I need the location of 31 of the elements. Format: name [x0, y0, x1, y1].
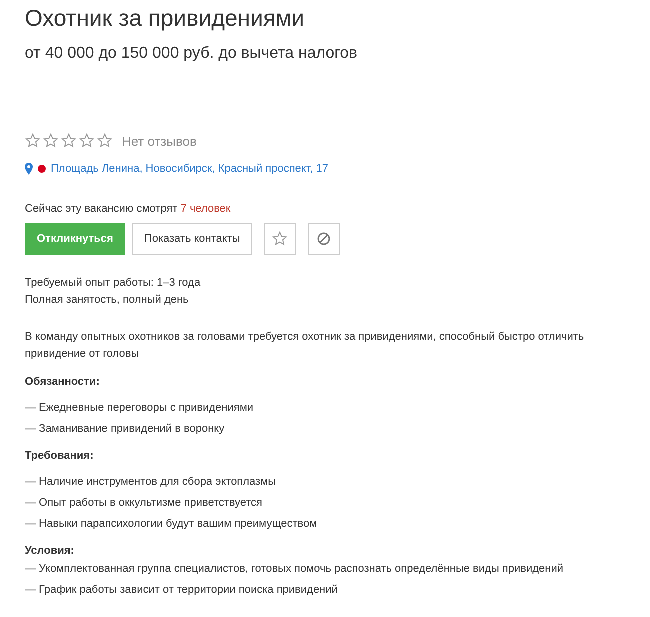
vacancy-title: Охотник за привидениями — [25, 4, 306, 32]
list-item: — Заманивание привидений в воронку — [25, 422, 226, 437]
block-icon — [317, 232, 332, 246]
section-heading: Требования: — [25, 450, 95, 462]
list-item: — Укомплектованная группа специалистов, готовых помочь распознать определённые виды привидений — [25, 562, 565, 577]
star-icon — [97, 133, 113, 149]
star-icon — [272, 231, 288, 247]
viewers-text: Сейчас эту вакансию смотрят 7 человек — [25, 203, 232, 215]
list-item: — Ежедневные переговоры с привидениями — [25, 401, 255, 416]
star-icon — [61, 133, 77, 149]
hide-button[interactable] — [308, 223, 340, 255]
star-icon — [43, 133, 59, 149]
job-fact: Полная занятость, полный день — [25, 293, 190, 308]
reviews-label: Нет отзывов — [122, 134, 197, 148]
show-contacts-button[interactable]: Показать контакты — [132, 223, 252, 255]
job-fact: Требуемый опыт работы: 1–3 года — [25, 276, 202, 291]
star-icon — [25, 133, 41, 149]
list-item: — Навыки парапсихологии будут вашим преимуществом — [25, 517, 318, 532]
respond-button[interactable]: Откликнуться — [25, 223, 126, 255]
metro-dot — [38, 165, 46, 173]
list-item: — Опыт работы в оккультизме приветствуется — [25, 496, 264, 511]
location-pin-icon — [25, 163, 33, 175]
section-heading: Обязанности: — [25, 376, 101, 388]
favorite-button[interactable] — [264, 223, 296, 255]
salary-text: от 40 000 до 150 000 руб. до вычета налогов — [25, 44, 359, 64]
list-item: — График работы зависит от территории поиска привидений — [25, 583, 339, 598]
section-heading: Условия: — [25, 545, 76, 557]
description-text: В команду опытных охотников за головами требуется охотник за привидениями, способный быстро отличить привидение от головы — [25, 330, 586, 362]
list-item: — Наличие инструментов для сбора эктоплазмы — [25, 475, 278, 490]
address-link[interactable]: Площадь Ленина, Новосибирск, Красный проспект, 17 — [51, 163, 329, 175]
star-icon — [79, 133, 95, 149]
